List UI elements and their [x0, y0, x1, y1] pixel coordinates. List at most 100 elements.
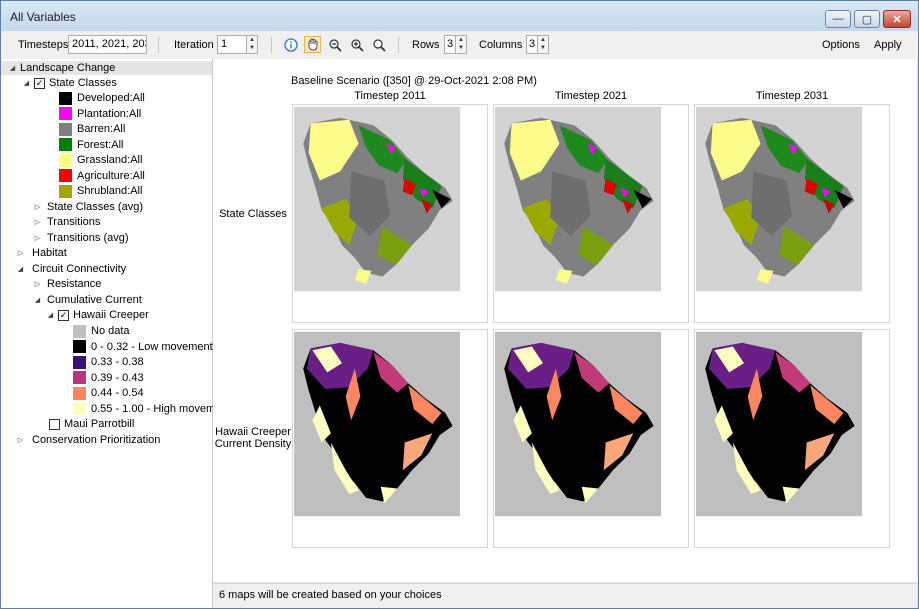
- legend-label: 0.33 - 0.38: [91, 356, 144, 368]
- tree-label: Habitat: [32, 247, 67, 259]
- tree-item-state-classes[interactable]: ◢ ✓ State Classes: [21, 76, 117, 90]
- toolbar-separator: [271, 37, 272, 53]
- tree-item-conservation-prioritization[interactable]: ▷ Conservation Prioritization: [15, 433, 161, 447]
- expand-arrow-icon[interactable]: ▷: [32, 280, 43, 288]
- hawaii-creeper-checkbox[interactable]: ✓: [58, 309, 69, 321]
- legend-swatch: [73, 371, 86, 384]
- tree-item-circuit-connectivity[interactable]: ◢ Circuit Connectivity: [15, 262, 126, 276]
- status-bar: 6 maps will be created based on your cho…: [213, 583, 917, 608]
- options-button[interactable]: Options: [822, 39, 860, 51]
- legend-swatch: [59, 184, 72, 198]
- column-header: Timestep 2011: [354, 90, 426, 102]
- minimize-button[interactable]: —: [825, 10, 851, 28]
- hawaii-creeper-map-image: [294, 331, 460, 520]
- tree-item-maui-parrotbill[interactable]: Maui Parrotbill: [49, 417, 134, 431]
- map-preview-area: Baseline Scenario ([350] @ 29-Oct-2021 2…: [213, 59, 917, 582]
- timesteps-input[interactable]: 2011, 2021, 2031: [68, 35, 147, 54]
- columns-spinner[interactable]: ▲ ▼: [537, 35, 549, 54]
- state-classes-map-image: [294, 106, 460, 295]
- tree-item-habitat[interactable]: ▷ Habitat: [15, 246, 67, 260]
- map-cell-hawaii-creeper[interactable]: [694, 329, 890, 548]
- toolbar-separator: [158, 37, 159, 53]
- expand-arrow-icon[interactable]: ▷: [15, 436, 26, 444]
- tree-label: Maui Parrotbill: [64, 418, 135, 430]
- hawaii-creeper-map-image: [696, 331, 862, 520]
- tree-item-transitions[interactable]: ▷ Transitions: [32, 215, 101, 229]
- legend-item: 0.33 - 0.38: [73, 355, 144, 369]
- row-header-state-classes: State Classes: [219, 208, 287, 220]
- zoom-full-icon[interactable]: [370, 36, 387, 53]
- tree-label: Transitions: [47, 216, 101, 228]
- tree-item-cumulative-current[interactable]: ◢ Cumulative Current: [32, 293, 142, 307]
- tree-label: Conservation Prioritization: [32, 434, 161, 446]
- legend-label: Agriculture:All: [77, 169, 145, 182]
- tree-item-hawaii-creeper[interactable]: ◢ ✓ Hawaii Creeper: [45, 308, 149, 322]
- state-classes-checkbox[interactable]: ✓: [34, 77, 45, 89]
- legend-label: No data: [91, 325, 130, 337]
- close-button[interactable]: ✕: [883, 10, 911, 28]
- tree-item-landscape-change[interactable]: ◢ Landscape Change: [1, 61, 212, 75]
- iteration-input[interactable]: 1: [217, 35, 247, 54]
- info-icon[interactable]: [282, 36, 299, 53]
- legend-item: Barren:All: [59, 122, 125, 136]
- maximize-button[interactable]: ▢: [854, 10, 880, 28]
- map-cell-hawaii-creeper[interactable]: [292, 329, 488, 548]
- legend-swatch: [59, 153, 72, 167]
- collapse-arrow-icon[interactable]: ◢: [45, 311, 56, 319]
- map-cell-hawaii-creeper[interactable]: [493, 329, 689, 548]
- legend-swatch: [59, 91, 72, 105]
- map-cell-state-classes[interactable]: [493, 104, 689, 323]
- legend-swatch: [73, 386, 86, 400]
- rows-spinner[interactable]: ▲ ▼: [455, 35, 467, 54]
- column-header: Timestep 2031: [755, 90, 829, 102]
- legend-swatch: [59, 107, 72, 120]
- tree-item-state-classes-avg[interactable]: ▷ State Classes (avg): [32, 200, 143, 214]
- legend-label: Shrubland:All: [77, 185, 143, 197]
- zoom-out-icon[interactable]: [326, 36, 343, 53]
- collapse-arrow-icon[interactable]: ◢: [7, 64, 18, 72]
- legend-swatch: [59, 169, 72, 182]
- collapse-arrow-icon[interactable]: ◢: [15, 265, 26, 273]
- map-cell-state-classes[interactable]: [292, 104, 488, 323]
- legend-label: Forest:All: [77, 138, 124, 151]
- title-bar: All Variables — ▢ ✕: [1, 1, 918, 31]
- tree-label: State Classes (avg): [47, 201, 143, 213]
- variables-tree: ◢ Landscape Change ◢ ✓ State Classes Dev…: [1, 59, 230, 608]
- zoom-in-icon[interactable]: [348, 36, 365, 53]
- legend-label: Developed:All: [77, 92, 145, 104]
- state-classes-map-image: [495, 106, 661, 295]
- collapse-arrow-icon[interactable]: ◢: [21, 79, 32, 87]
- pan-icon[interactable]: [304, 36, 321, 53]
- tree-item-resistance[interactable]: ▷ Resistance: [32, 277, 102, 291]
- legend-item: Shrubland:All: [59, 184, 142, 198]
- expand-arrow-icon[interactable]: ▷: [32, 218, 43, 226]
- tree-item-transitions-avg[interactable]: ▷ Transitions (avg): [32, 231, 129, 245]
- tree-label: Landscape Change: [20, 62, 116, 74]
- iteration-spinner[interactable]: ▲ ▼: [246, 35, 258, 54]
- all-variables-window: All Variables — ▢ ✕ Timesteps 2011, 2021…: [0, 0, 919, 609]
- legend-label: 0.55 - 1.00 - High movement: [91, 402, 231, 415]
- tree-label: State Classes: [49, 77, 117, 89]
- legend-item: Agriculture:All: [59, 169, 145, 183]
- maui-parrotbill-checkbox[interactable]: [49, 418, 60, 430]
- row-header-hawaii-creeper: Hawaii Creeper Current Density: [214, 426, 292, 450]
- expand-arrow-icon[interactable]: ▷: [32, 234, 43, 242]
- hawaii-creeper-map-image: [495, 331, 661, 520]
- tree-label: Cumulative Current: [47, 294, 142, 306]
- expand-arrow-icon[interactable]: ▷: [15, 249, 26, 257]
- map-cell-state-classes[interactable]: [694, 104, 890, 323]
- legend-item: No data: [73, 324, 130, 338]
- tree-label: Hawaii Creeper: [73, 309, 149, 321]
- legend-item: Grassland:All: [59, 153, 142, 167]
- column-header: Timestep 2021: [554, 90, 628, 102]
- collapse-arrow-icon[interactable]: ◢: [32, 296, 43, 304]
- legend-swatch: [73, 324, 86, 338]
- tree-label: Circuit Connectivity: [32, 263, 127, 275]
- legend-label: Barren:All: [77, 123, 126, 135]
- expand-arrow-icon[interactable]: ▷: [32, 203, 43, 211]
- toolbar: Timesteps 2011, 2021, 2031 Iteration 1 ▲…: [1, 31, 918, 60]
- legend-swatch: [59, 138, 72, 151]
- legend-item: 0.55 - 1.00 - High movement: [73, 402, 230, 416]
- apply-button[interactable]: Apply: [874, 39, 902, 51]
- state-classes-map-image: [696, 106, 862, 295]
